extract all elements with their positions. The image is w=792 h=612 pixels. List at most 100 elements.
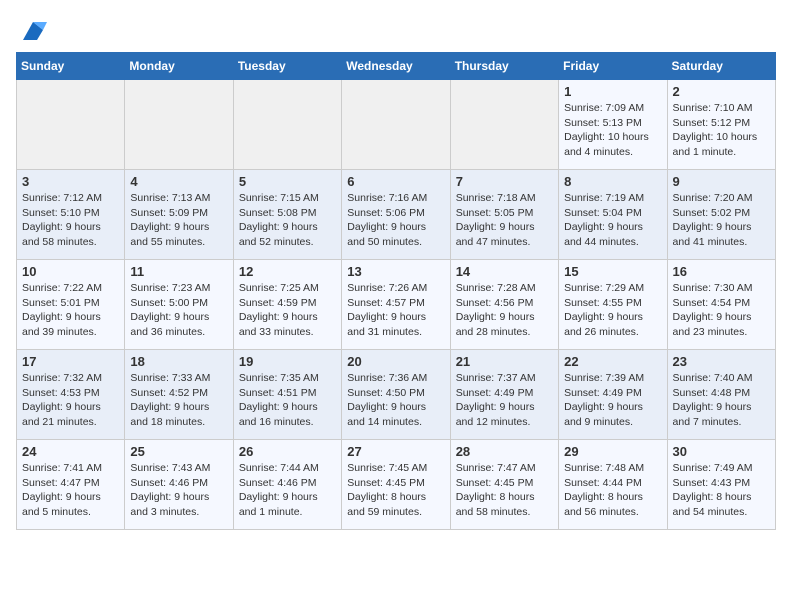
day-cell: 16Sunrise: 7:30 AM Sunset: 4:54 PM Dayli… [667,260,775,350]
day-info: Sunrise: 7:26 AM Sunset: 4:57 PM Dayligh… [347,282,427,338]
day-cell: 9 Sunrise: 7:20 AM Sunset: 5:02 PM Daylig… [667,170,775,260]
page-header [16,16,776,44]
day-number: 29 [564,444,661,459]
day-cell: 19 Sunrise: 7:35 AM Sunset: 4:51 PM Dayli… [233,350,341,440]
day-number: 3 [22,174,119,189]
col-thursday: Thursday [450,53,558,80]
day-info: Sunrise: 7:25 AM Sunset: 4:59 PM Dayligh… [239,282,319,338]
day-number: 1 [564,84,661,99]
day-number: 8 [564,174,661,189]
day-cell: 30 Sunrise: 7:49 AM Sunset: 4:43 PM Dayli… [667,440,775,530]
day-info: Sunrise: 7:32 AM Sunset: 4:53 PM Dayligh… [22,372,102,428]
day-number: 12 [239,264,336,279]
day-number: 10 [22,264,119,279]
day-info: Sunrise: 7:12 AM Sunset: 5:10 PM Dayligh… [22,192,102,248]
day-info: Sunrise: 7:36 AM Sunset: 4:50 PM Dayligh… [347,372,427,428]
day-cell [450,80,558,170]
day-cell: 6 Sunrise: 7:16 AM Sunset: 5:06 PM Daylig… [342,170,450,260]
day-info: Sunrise: 7:41 AM Sunset: 4:47 PM Dayligh… [22,462,102,518]
day-cell: 26 Sunrise: 7:44 AM Sunset: 4:46 PM Dayli… [233,440,341,530]
day-cell: 2Sunrise: 7:10 AM Sunset: 5:12 PM Daylig… [667,80,775,170]
day-info: Sunrise: 7:43 AM Sunset: 4:46 PM Dayligh… [130,462,210,518]
day-info: Sunrise: 7:13 AM Sunset: 5:09 PM Dayligh… [130,192,210,248]
day-cell: 21 Sunrise: 7:37 AM Sunset: 4:49 PM Dayli… [450,350,558,440]
day-info: Sunrise: 7:16 AM Sunset: 5:06 PM Dayligh… [347,192,427,248]
day-number: 2 [673,84,770,99]
col-wednesday: Wednesday [342,53,450,80]
week-row-2: 3 Sunrise: 7:12 AM Sunset: 5:10 PM Daylig… [17,170,776,260]
day-info: Sunrise: 7:19 AM Sunset: 5:04 PM Dayligh… [564,192,644,248]
week-row-5: 24 Sunrise: 7:41 AM Sunset: 4:47 PM Dayli… [17,440,776,530]
day-info: Sunrise: 7:49 AM Sunset: 4:43 PM Dayligh… [673,462,753,518]
day-number: 30 [673,444,770,459]
day-number: 18 [130,354,227,369]
day-info: Sunrise: 7:15 AM Sunset: 5:08 PM Dayligh… [239,192,319,248]
day-number: 24 [22,444,119,459]
day-cell: 12 Sunrise: 7:25 AM Sunset: 4:59 PM Dayli… [233,260,341,350]
day-cell [342,80,450,170]
day-cell [125,80,233,170]
day-info: Sunrise: 7:35 AM Sunset: 4:51 PM Dayligh… [239,372,319,428]
day-info: Sunrise: 7:28 AM Sunset: 4:56 PM Dayligh… [456,282,536,338]
day-number: 14 [456,264,553,279]
day-cell: 8 Sunrise: 7:19 AM Sunset: 5:04 PM Daylig… [559,170,667,260]
day-cell: 17 Sunrise: 7:32 AM Sunset: 4:53 PM Dayli… [17,350,125,440]
day-number: 19 [239,354,336,369]
day-number: 27 [347,444,444,459]
day-number: 4 [130,174,227,189]
day-cell: 22 Sunrise: 7:39 AM Sunset: 4:49 PM Dayli… [559,350,667,440]
day-number: 21 [456,354,553,369]
logo-icon [19,16,47,44]
day-info: Sunrise: 7:48 AM Sunset: 4:44 PM Dayligh… [564,462,644,518]
day-number: 20 [347,354,444,369]
day-info: Sunrise: 7:33 AM Sunset: 4:52 PM Dayligh… [130,372,210,428]
day-info: Sunrise: 7:39 AM Sunset: 4:49 PM Dayligh… [564,372,644,428]
day-cell: 13 Sunrise: 7:26 AM Sunset: 4:57 PM Dayli… [342,260,450,350]
day-number: 16 [673,264,770,279]
day-number: 17 [22,354,119,369]
day-info: Sunrise: 7:40 AM Sunset: 4:48 PM Dayligh… [673,372,753,428]
day-cell: 7 Sunrise: 7:18 AM Sunset: 5:05 PM Daylig… [450,170,558,260]
day-number: 7 [456,174,553,189]
day-info: Sunrise: 7:18 AM Sunset: 5:05 PM Dayligh… [456,192,536,248]
col-sunday: Sunday [17,53,125,80]
day-cell: 29 Sunrise: 7:48 AM Sunset: 4:44 PM Dayli… [559,440,667,530]
day-cell [233,80,341,170]
day-number: 6 [347,174,444,189]
day-info: Sunrise: 7:44 AM Sunset: 4:46 PM Dayligh… [239,462,319,518]
day-number: 5 [239,174,336,189]
week-row-3: 10 Sunrise: 7:22 AM Sunset: 5:01 PM Dayli… [17,260,776,350]
day-info: Sunrise: 7:45 AM Sunset: 4:45 PM Dayligh… [347,462,427,518]
day-cell: 23 Sunrise: 7:40 AM Sunset: 4:48 PM Dayli… [667,350,775,440]
week-row-4: 17 Sunrise: 7:32 AM Sunset: 4:53 PM Dayli… [17,350,776,440]
day-cell: 15Sunrise: 7:29 AM Sunset: 4:55 PM Dayli… [559,260,667,350]
day-cell: 24 Sunrise: 7:41 AM Sunset: 4:47 PM Dayli… [17,440,125,530]
day-cell: 1 Sunrise: 7:09 AM Sunset: 5:13 PM Daylig… [559,80,667,170]
day-number: 9 [673,174,770,189]
day-cell: 5 Sunrise: 7:15 AM Sunset: 5:08 PM Daylig… [233,170,341,260]
day-cell: 20 Sunrise: 7:36 AM Sunset: 4:50 PM Dayli… [342,350,450,440]
day-info: Sunrise: 7:22 AM Sunset: 5:01 PM Dayligh… [22,282,102,338]
day-cell: 28Sunrise: 7:47 AM Sunset: 4:45 PM Dayli… [450,440,558,530]
col-friday: Friday [559,53,667,80]
day-cell: 11Sunrise: 7:23 AM Sunset: 5:00 PM Dayli… [125,260,233,350]
day-number: 11 [130,264,227,279]
header-row: Sunday Monday Tuesday Wednesday Thursday… [17,53,776,80]
day-number: 13 [347,264,444,279]
day-info: Sunrise: 7:37 AM Sunset: 4:49 PM Dayligh… [456,372,536,428]
day-info: Sunrise: 7:09 AM Sunset: 5:13 PM Dayligh… [564,102,649,158]
day-cell: 4 Sunrise: 7:13 AM Sunset: 5:09 PM Daylig… [125,170,233,260]
day-number: 28 [456,444,553,459]
day-cell: 14 Sunrise: 7:28 AM Sunset: 4:56 PM Dayli… [450,260,558,350]
week-row-1: 1 Sunrise: 7:09 AM Sunset: 5:13 PM Daylig… [17,80,776,170]
col-tuesday: Tuesday [233,53,341,80]
day-number: 22 [564,354,661,369]
day-number: 23 [673,354,770,369]
calendar-table: Sunday Monday Tuesday Wednesday Thursday… [16,52,776,530]
day-number: 25 [130,444,227,459]
day-number: 26 [239,444,336,459]
day-info: Sunrise: 7:20 AM Sunset: 5:02 PM Dayligh… [673,192,753,248]
col-monday: Monday [125,53,233,80]
day-cell: 10 Sunrise: 7:22 AM Sunset: 5:01 PM Dayli… [17,260,125,350]
col-saturday: Saturday [667,53,775,80]
